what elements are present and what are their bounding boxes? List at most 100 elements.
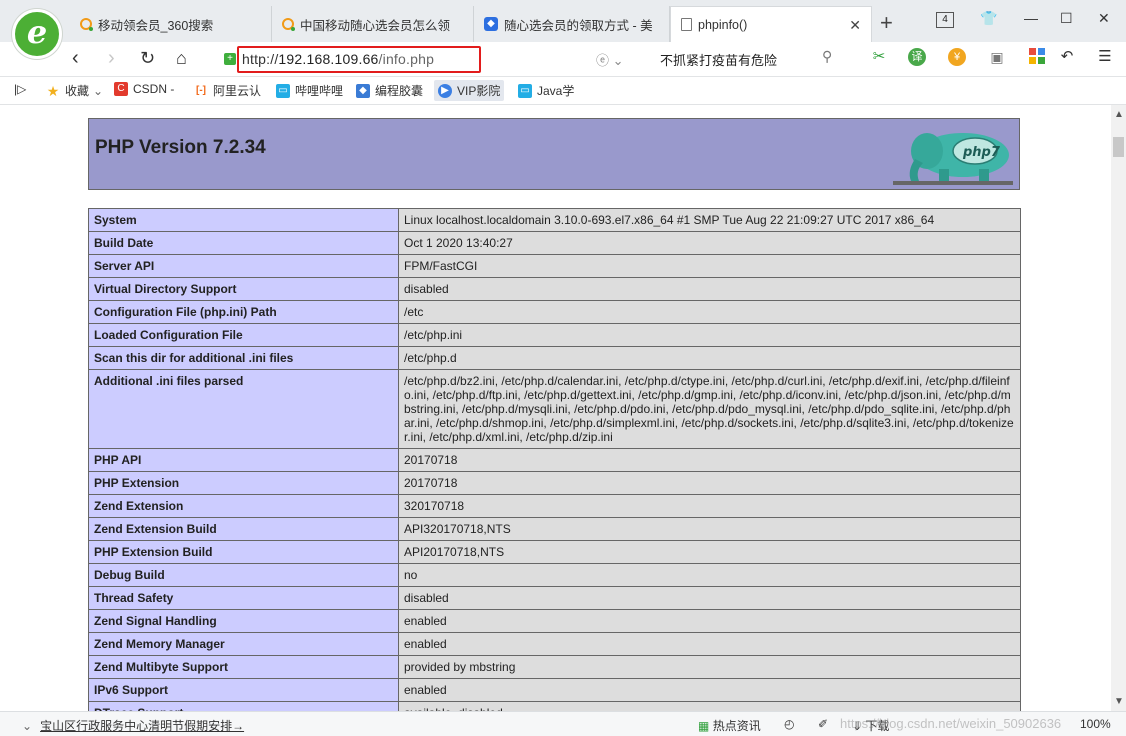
tab-4-active[interactable]: phpinfo() ✕ [670,6,872,42]
scroll-up-arrow-icon[interactable]: ▲ [1114,109,1124,120]
info-value-cell: FPM/FastCGI [398,254,1021,278]
page-title: PHP Version 7.2.34 [95,137,266,158]
tools-icon[interactable]: ✐ [818,717,828,731]
tab-title: phpinfo() [698,17,748,32]
tab-2[interactable]: 中国移动随心选会员怎么领 [272,6,474,42]
url-highlight-box [237,46,481,73]
refresh-button[interactable]: ↻ [140,46,155,70]
info-table-row: PHP Extension 20170718 [88,471,1021,495]
info-key-cell: Virtual Directory Support [88,277,399,301]
php-header: PHP Version 7.2.34 php7 [88,118,1020,190]
home-button[interactable]: ⌂ [176,46,187,70]
php-elephant-logo[interactable]: php7 [893,123,1013,185]
tab-title: 随心选会员的领取方式 - 美 [504,18,653,33]
close-window-button[interactable]: ✕ [1098,10,1110,27]
bookmark-favorites[interactable]: ★ 收藏 ⌄ [46,82,103,99]
vertical-scrollbar[interactable]: ▲ ▼ [1111,105,1126,711]
apps-icon[interactable] [1028,48,1046,66]
hot-news-button[interactable]: ▦ 热点资讯 [698,717,761,734]
browser-logo-icon[interactable]: e [12,9,62,59]
tab-title: 中国移动随心选会员怎么领 [300,18,451,33]
info-key-cell: Additional .ini files parsed [88,369,399,449]
info-key-cell: System [88,208,399,232]
info-table-row: Thread Safety disabled [88,586,1021,610]
csdn-icon: C [114,82,128,96]
compat-mode-icon[interactable]: ⓔ ⌄ [596,50,624,69]
page-icon [681,18,692,31]
search-input[interactable]: 不抓紧打疫苗有危险 [660,50,777,69]
info-table-row: DTrace Supportavailable, disabled [88,701,1021,711]
speed-icon[interactable]: ◴ [784,717,794,731]
info-table-row: Build Date Oct 1 2020 13:40:27 [88,231,1021,255]
chevron-down-icon[interactable]: ⌄ [22,719,32,733]
navigation-bar: ‹ › ↻ ⌂ + http://192.168.109.66/info.php… [0,42,1126,77]
tab-3[interactable]: ◆ 随心选会员的领取方式 - 美 [474,6,670,42]
translate-icon[interactable]: 译 [908,48,926,66]
close-tab-icon[interactable]: ✕ [849,17,861,34]
info-table-row: Zend Multibyte Support provided by mbstri… [88,655,1021,679]
info-table-row: Zend Signal Handling enabled [88,609,1021,633]
info-table-row: Configuration File (php.ini) Path/etc [88,300,1021,324]
tab-count-badge[interactable]: 4 [936,12,954,28]
info-value-cell: Oct 1 2020 13:40:27 [398,231,1021,255]
info-key-cell: Build Date [88,231,399,255]
scroll-thumb[interactable] [1113,137,1124,157]
play-icon: ▶ [438,83,452,98]
news-icon: ▦ [698,719,710,733]
info-table-row: Zend Memory Manager enabled [88,632,1021,656]
star-icon: ★ [46,82,60,99]
bookmark-csdn[interactable]: C CSDN - [114,82,174,96]
info-value-cell: 20170718 [398,448,1021,472]
search-icon[interactable]: ⚲ [822,48,832,65]
info-key-cell: DTrace Support [88,701,399,711]
coin-icon[interactable]: ¥ [948,48,966,66]
maximize-button[interactable]: ☐ [1060,10,1073,27]
info-key-cell: Thread Safety [88,586,399,610]
undo-icon[interactable]: ↶ [1058,48,1076,66]
new-tab-button[interactable]: + [880,12,893,34]
info-table-row: PHP Extension Build API20170718,NTS [88,540,1021,564]
menu-icon[interactable]: ☰ [1096,48,1114,66]
shirt-skin-icon[interactable]: 👕 [980,10,997,27]
info-value-cell: /etc/php.d [398,346,1021,370]
info-value-cell: 20170718 [398,471,1021,495]
sidebar-toggle-icon[interactable]: |▷ [14,82,26,96]
info-key-cell: Zend Extension [88,494,399,518]
info-value-cell: API20170718,NTS [398,540,1021,564]
info-value-cell: /etc/php.d/bz2.ini, /etc/php.d/calendar.… [398,369,1021,449]
news-ticker-link[interactable]: ⌄ 宝山区行政服务中心清明节假期安排→ [22,717,244,734]
tab-title: 移动领会员_360搜索 [98,18,214,33]
tab-1[interactable]: 移动领会员_360搜索 [70,6,272,42]
bookmark-bilibili[interactable]: ▭ 哔哩哔哩 [276,82,343,99]
back-button[interactable]: ‹ [72,46,79,70]
info-value-cell: /etc [398,300,1021,324]
360-search-icon [80,18,93,31]
shield-icon: + [224,53,236,65]
zoom-level[interactable]: 100% [1080,717,1111,731]
info-value-cell: no [398,563,1021,587]
bookmark-java[interactable]: ▭ Java学 [518,82,574,99]
info-table-row: IPv6 Support enabled [88,678,1021,702]
bookmark-capsule[interactable]: ◆ 编程胶囊 [356,82,423,99]
info-key-cell: IPv6 Support [88,678,399,702]
image-icon[interactable]: ▣ [988,48,1006,66]
minimize-button[interactable]: — [1024,10,1038,26]
bilibili-icon: ▭ [518,83,532,98]
svg-text:php7: php7 [962,145,1001,160]
info-value-cell: disabled [398,277,1021,301]
forward-button[interactable]: › [108,46,115,70]
capsule-icon: ◆ [356,83,370,98]
info-value-cell: /etc/php.ini [398,323,1021,347]
info-table-row: Scan this dir for additional .ini files /… [88,346,1021,370]
bookmark-aliyun[interactable]: [-] 阿里云认 [194,82,261,99]
bilibili-icon: ▭ [276,83,290,98]
bookmark-vip[interactable]: ▶ VIP影院 [434,80,505,101]
scissors-icon[interactable]: ✂ [870,48,888,66]
scroll-down-arrow-icon[interactable]: ▼ [1114,696,1124,707]
info-key-cell: PHP API [88,448,399,472]
page-content: PHP Version 7.2.34 php7 System Linux loca… [0,105,1111,711]
info-key-cell: Zend Memory Manager [88,632,399,656]
info-table-row: Server API FPM/FastCGI [88,254,1021,278]
php-info-table: System Linux localhost.localdomain 3.10.0… [88,208,1021,711]
info-value-cell: provided by mbstring [398,655,1021,679]
